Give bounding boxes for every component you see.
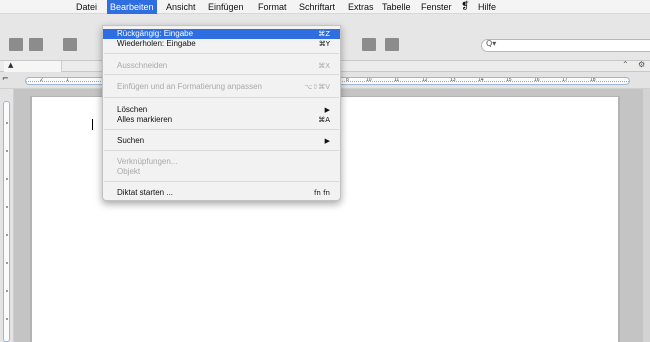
search-icon: Q▾ [486,39,497,48]
toolbar-button[interactable] [9,38,23,51]
home-icon: ▲ [8,61,14,69]
toolbar-button[interactable] [385,38,399,51]
menu-separator [104,181,339,182]
menu-item-label: Löschen [117,105,148,114]
menu-item-cut: Ausschneiden ⌘X [103,61,340,71]
menu-format[interactable]: Format [258,0,287,14]
ruler-mark [6,178,8,180]
ruler-mark [6,234,8,236]
menu-item-shortcut: ⌥⇧⌘V [304,83,330,91]
menu-item-label: Objekt [117,167,141,176]
submenu-arrow-icon: ▶ [324,137,330,145]
ruler-mark [6,290,8,292]
menu-item-label: Alles markieren [117,115,173,124]
menu-datei[interactable]: Datei [76,0,97,14]
ruler-mark [6,122,8,124]
menu-separator [104,97,339,98]
submenu-arrow-icon: ▶ [324,106,330,114]
menu-item-label: Wiederholen: Eingabe [117,39,196,48]
ruler-number: 12 [422,77,428,83]
menu-item-undo[interactable]: Rückgängig: Eingabe ⌘Z [103,29,340,39]
vertical-ruler [0,89,14,342]
menu-item-label: Suchen [117,136,145,145]
text-cursor [92,119,93,130]
ruler-number: 14 [478,77,484,83]
menu-item-paste-match-formatting: Einfügen und an Formatierung anpassen ⌥⇧… [103,82,340,92]
ruler-mark [6,150,8,152]
edit-menu-dropdown: Rückgängig: Eingabe ⌘Z Wiederholen: Eing… [102,25,341,201]
menu-fenster[interactable]: Fenster [421,0,452,14]
menu-separator [104,129,339,130]
menu-bar: Datei Bearbeiten Ansicht Einfügen Format… [0,0,650,14]
ruler-number: 11 [394,77,400,83]
chevron-up-icon[interactable]: ⌃ [622,60,629,69]
gear-icon[interactable]: ⚙ [638,60,645,69]
menu-einfuegen[interactable]: Einfügen [208,0,244,14]
menu-item-object: Objekt [103,167,340,177]
menu-item-redo[interactable]: Wiederholen: Eingabe ⌘Y [103,39,340,49]
menu-item-delete[interactable]: Löschen ▶ [103,105,340,115]
scripts-icon[interactable]: ❡ [461,0,469,14]
menu-separator [104,53,339,54]
ruler-mark [6,318,8,320]
menu-hilfe[interactable]: Hilfe [478,0,496,14]
ruler-number: 17 [562,77,568,83]
menu-item-shortcut: ⌘Y [318,40,330,48]
menu-item-shortcut: fn fn [313,189,330,197]
menu-schriftart[interactable]: Schriftart [299,0,335,14]
menu-tabelle[interactable]: Tabelle [382,0,411,14]
search-input[interactable]: Q▾ [481,39,650,52]
menu-item-shortcut: ⌘X [318,62,330,70]
menu-item-find[interactable]: Suchen ▶ [103,136,340,146]
ruler-mark [6,206,8,208]
menu-item-label: Einfügen und an Formatierung anpassen [117,82,262,91]
menu-item-shortcut: ⌘Z [318,30,330,38]
menu-item-select-all[interactable]: Alles markieren ⌘A [103,115,340,125]
ruler-number: 15 [506,77,512,83]
menu-item-label: Ausschneiden [117,61,168,70]
vertical-scrollbar[interactable] [643,89,650,342]
ruler-number: 8 [346,77,349,83]
ruler-number: 1 [66,77,69,83]
menu-extras[interactable]: Extras [348,0,374,14]
menu-separator [104,150,339,151]
menu-item-label: Diktat starten ... [117,188,174,197]
ruler-number: 13 [450,77,456,83]
menu-item-shortcut: ⌘A [318,116,330,124]
menu-ansicht[interactable]: Ansicht [166,0,196,14]
ruler-mark [6,262,8,264]
ruler-number: 10 [366,77,372,83]
ruler-number: 16 [534,77,540,83]
tab-home[interactable]: ▲ [4,61,62,72]
menu-item-start-dictation[interactable]: Diktat starten ... fn fn [103,188,340,198]
tab-stop-icon[interactable]: ⌐ [2,74,9,83]
menu-item-label: Verknüpfungen... [117,157,178,166]
toolbar-button[interactable] [63,38,77,51]
menu-item-links: Verknüpfungen... [103,157,340,167]
menu-item-label: Rückgängig: Eingabe [117,29,194,38]
ruler-track-vertical[interactable] [3,101,10,342]
ruler-number: 2 [40,77,43,83]
ruler-number: 18 [590,77,596,83]
menu-separator [104,74,339,75]
toolbar-button[interactable] [362,38,376,51]
toolbar-button[interactable] [29,38,43,51]
menu-bearbeiten[interactable]: Bearbeiten [107,0,157,14]
